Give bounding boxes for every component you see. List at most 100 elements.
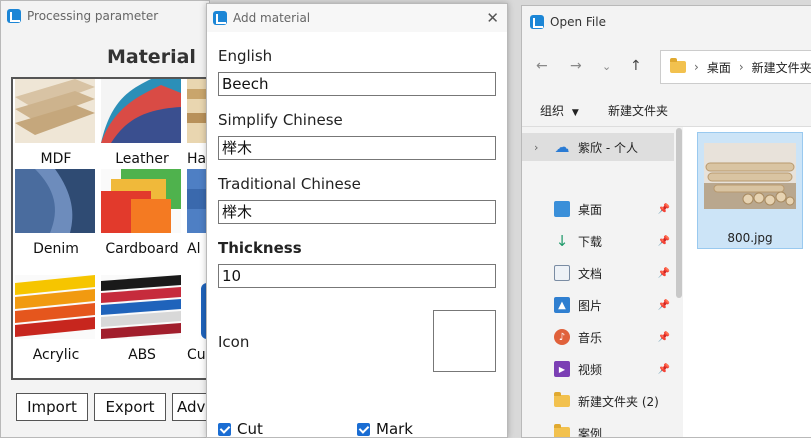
file-name: 800.jpg	[727, 231, 773, 245]
nav-item-videos[interactable]: ▶ 视频 📌	[522, 355, 674, 383]
new-folder-button[interactable]: 新建文件夹	[608, 102, 668, 119]
breadcrumb-item[interactable]: 桌面	[707, 59, 731, 76]
document-icon	[554, 265, 570, 281]
acrylic-image	[15, 275, 95, 339]
dialog-titlebar: Add material ✕	[207, 4, 507, 32]
chevron-down-icon[interactable]: ⌄	[602, 60, 611, 73]
pin-icon[interactable]: 📌	[658, 236, 670, 247]
material-tile-denim[interactable]: Denim	[15, 169, 97, 257]
material-tile-mdf[interactable]: MDF	[15, 79, 97, 167]
pin-icon[interactable]: 📌	[658, 204, 670, 215]
nav-item-documents[interactable]: 文档 📌	[522, 259, 674, 287]
caret-down-icon: ▼	[571, 108, 579, 118]
address-bar[interactable]: › 桌面 › 新建文件夹	[660, 50, 811, 84]
material-tile-acrylic[interactable]: Acrylic	[15, 275, 97, 363]
nav-item-music[interactable]: ♪ 音乐 📌	[522, 323, 674, 351]
file-item[interactable]: 800.jpg	[697, 132, 803, 249]
material-tile-leather[interactable]: Leather	[101, 79, 183, 167]
export-button[interactable]: Export	[94, 393, 166, 421]
pin-icon[interactable]: 📌	[658, 332, 670, 343]
english-field[interactable]: Beech	[218, 72, 496, 96]
pin-icon[interactable]: 📌	[658, 300, 670, 311]
denim-image	[15, 169, 95, 233]
up-arrow-icon[interactable]: ↑	[630, 58, 642, 74]
command-bar: 组织 ▼ 新建文件夹	[522, 101, 811, 123]
nav-item-label: 新建文件夹 (2)	[578, 394, 659, 409]
material-tile-abs[interactable]: ABS	[101, 275, 183, 363]
nav-item-pictures[interactable]: ▲ 图片 📌	[522, 291, 674, 319]
english-label: English	[218, 47, 273, 65]
folder-icon	[670, 58, 686, 73]
music-icon: ♪	[554, 329, 570, 345]
checkbox-checked-icon	[357, 422, 370, 436]
file-thumbnail	[704, 143, 796, 209]
open-file-dialog: Open File ← → ⌄ ↑ › 桌面 › 新建文件夹 组织 ▼ 新建文件…	[521, 5, 811, 438]
mark-checkbox[interactable]: Mark	[357, 420, 413, 438]
cloud-icon: ☁	[554, 138, 570, 156]
window-title: Processing parameter	[27, 9, 159, 23]
breadcrumb-separator-icon: ›	[738, 60, 744, 74]
material-grid: MDF Leather Ha Denim Cardboard Al Acryli…	[11, 77, 209, 380]
traditional-chinese-field[interactable]: 榉木	[218, 200, 496, 224]
forward-arrow-icon[interactable]: →	[570, 58, 582, 74]
nav-item-label: 紫欣 - 个人	[578, 140, 638, 155]
nav-item-label: 文档	[578, 266, 603, 281]
desktop-icon	[554, 201, 570, 217]
picture-icon: ▲	[554, 297, 570, 313]
nav-item-onedrive[interactable]: › ☁ 紫欣 - 个人	[522, 133, 674, 161]
app-icon	[7, 9, 21, 23]
dialog-title: Add material	[233, 11, 311, 25]
mdf-image	[15, 79, 95, 143]
tile-label: MDF	[40, 151, 72, 167]
app-icon	[213, 11, 227, 25]
simplified-chinese-label: Simplify Chinese	[218, 111, 343, 129]
download-icon: ↓	[555, 232, 569, 250]
file-list-pane: 800.jpg	[683, 127, 811, 437]
scrollbar[interactable]	[676, 128, 682, 298]
tile-label: Cardboard	[105, 241, 179, 257]
simplified-chinese-field[interactable]: 榉木	[218, 136, 496, 160]
back-arrow-icon[interactable]: ←	[536, 58, 548, 74]
dialog-titlebar: Open File	[522, 6, 811, 38]
traditional-chinese-label: Traditional Chinese	[218, 175, 361, 193]
material-tile-cardboard[interactable]: Cardboard	[101, 169, 183, 257]
pin-icon[interactable]: 📌	[658, 364, 670, 375]
thickness-label: Thickness	[218, 239, 302, 257]
advanced-button[interactable]: Adva	[172, 393, 209, 421]
tile-label: Leather	[115, 151, 169, 167]
breadcrumb-separator-icon: ›	[694, 60, 699, 74]
nav-item-downloads[interactable]: ↓ 下载 📌	[522, 227, 674, 255]
cut-checkbox[interactable]: Cut	[218, 420, 263, 438]
nav-item-cases[interactable]: 案例	[522, 419, 674, 438]
folder-icon	[554, 392, 570, 409]
nav-item-desktop[interactable]: 桌面 📌	[522, 195, 674, 223]
add-material-dialog: Add material ✕ English Beech Simplify Ch…	[206, 3, 508, 438]
dialog-title: Open File	[550, 15, 606, 29]
nav-item-label: 案例	[578, 426, 603, 438]
tile-label: Acrylic	[32, 347, 80, 363]
pin-icon[interactable]: 📌	[658, 268, 670, 279]
nav-item-label: 视频	[578, 362, 603, 377]
abs-image	[101, 275, 181, 339]
folder-icon	[554, 424, 570, 437]
nav-item-label: 下载	[578, 234, 603, 249]
organize-menu[interactable]: 组织 ▼	[540, 102, 579, 119]
icon-picker-box[interactable]	[433, 310, 496, 372]
navigation-pane: › ☁ 紫欣 - 个人 桌面 📌 ↓ 下载 📌 文档 📌 ▲ 图片 📌 ♪ 音乐…	[522, 127, 674, 437]
window-titlebar: Processing parameter	[1, 1, 209, 31]
nav-item-new-folder-2[interactable]: 新建文件夹 (2)	[522, 387, 674, 415]
mark-label: Mark	[376, 420, 413, 438]
cut-label: Cut	[237, 420, 263, 438]
breadcrumb-item[interactable]: 新建文件夹	[752, 59, 811, 76]
nav-item-label: 桌面	[578, 202, 603, 217]
navigation-bar: ← → ⌄ ↑ › 桌面 › 新建文件夹	[522, 50, 811, 84]
processing-parameter-window: Processing parameter Material MDF Leathe…	[0, 0, 210, 438]
thickness-field[interactable]: 10	[218, 264, 496, 288]
import-button[interactable]: Import	[16, 393, 88, 421]
close-icon[interactable]: ✕	[486, 9, 499, 27]
nav-item-label: 音乐	[578, 330, 603, 345]
nav-item-label: 图片	[578, 298, 603, 313]
icon-label: Icon	[218, 333, 250, 351]
chevron-right-icon: ›	[534, 140, 539, 154]
tile-label: Denim	[33, 241, 79, 257]
